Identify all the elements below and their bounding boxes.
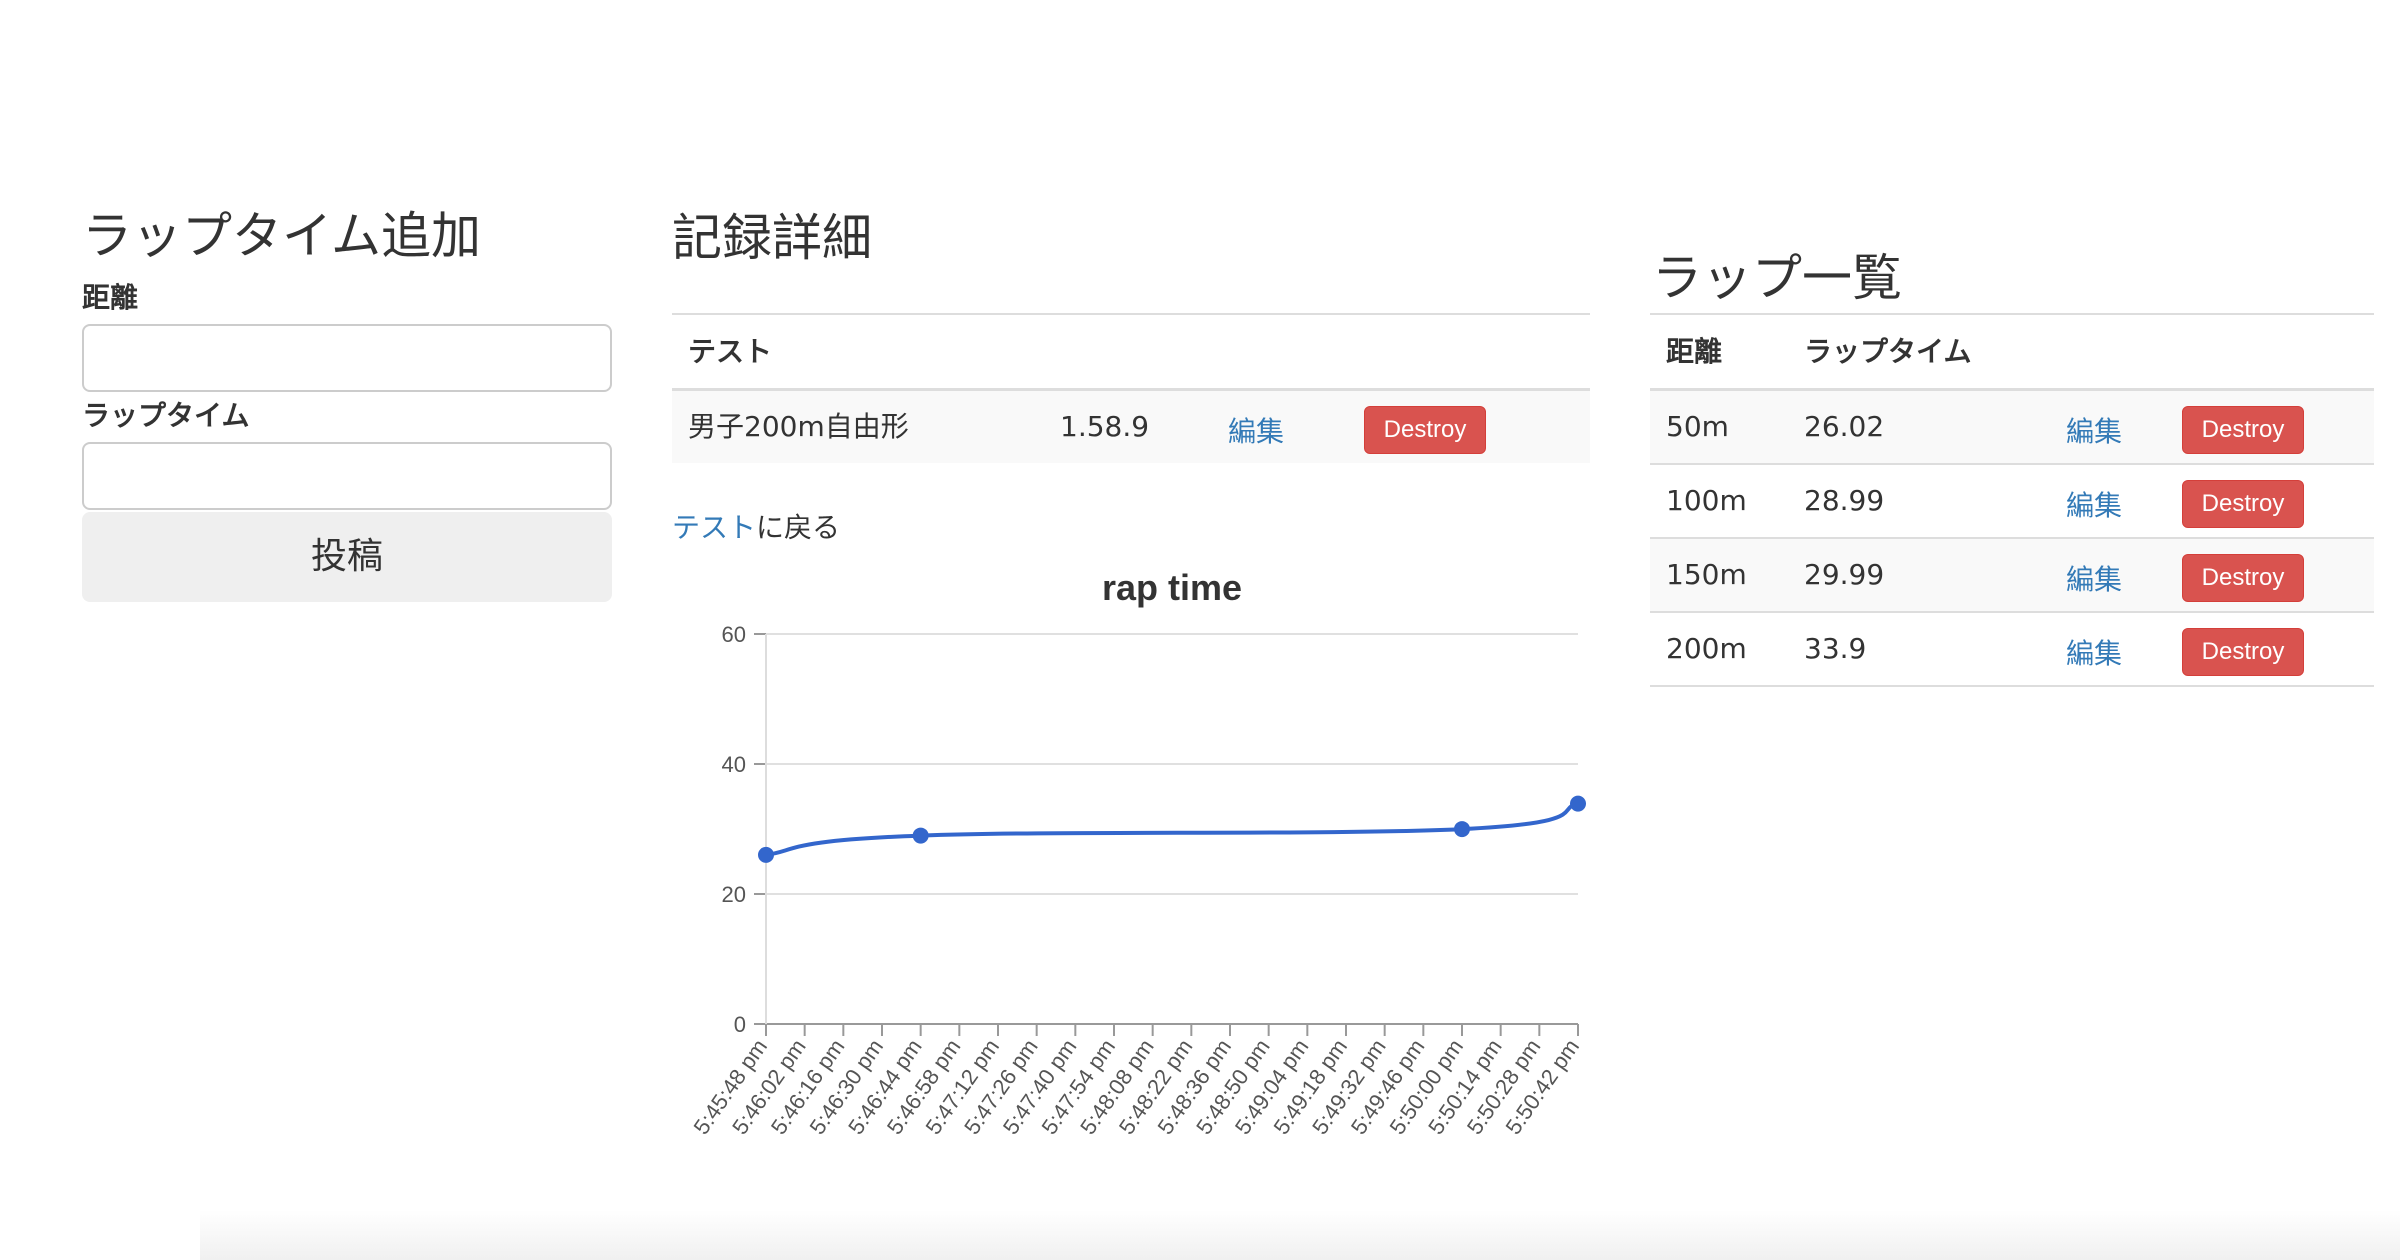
record-table-header: テスト [688, 335, 773, 368]
record-event: 男子200m自由形 [688, 410, 909, 443]
data-point [1570, 795, 1586, 812]
laptime-label: ラップタイム [82, 399, 250, 432]
submit-button[interactable]: 投稿 [82, 512, 612, 602]
data-point [1454, 821, 1470, 838]
rap-time-chart: rap time02040605:45:48 pm5:46:02 pm5:46:… [688, 567, 1586, 1139]
record-title: 記録詳細 [672, 209, 872, 267]
lap-edit-link[interactable]: 編集 [2066, 632, 2122, 672]
lap-destroy-button[interactable]: Destroy [2182, 554, 2304, 602]
laptime-input[interactable] [82, 442, 612, 510]
distance-label: 距離 [82, 281, 139, 314]
lap-edit-link[interactable]: 編集 [2066, 558, 2122, 598]
record-destroy-button[interactable]: Destroy [1364, 406, 1486, 454]
lap-time: 33.9 [1804, 632, 1867, 665]
add-form-title: ラップタイム追加 [82, 207, 481, 265]
back-link[interactable]: テスト [672, 511, 756, 544]
record-table-top-border [672, 313, 1590, 315]
lap-distance: 100m [1666, 484, 1747, 517]
lap-edit-link[interactable]: 編集 [2066, 484, 2122, 524]
lap-destroy-button[interactable]: Destroy [2182, 628, 2304, 676]
lap-time: 26.02 [1804, 410, 1885, 443]
lap-edit-link[interactable]: 編集 [2066, 410, 2122, 450]
lap-time: 28.99 [1804, 484, 1885, 517]
record-time: 1.58.9 [1060, 410, 1150, 443]
lap-destroy-button[interactable]: Destroy [2182, 480, 2304, 528]
footer-shadow [200, 1210, 2400, 1260]
lap-distance: 150m [1666, 558, 1747, 591]
data-point [758, 846, 774, 863]
row-divider [1650, 463, 2374, 465]
back-suffix: に戻る [756, 511, 841, 544]
row-divider [1650, 611, 2374, 613]
back-link-line: テストに戻る [672, 506, 840, 546]
lap-destroy-button[interactable]: Destroy [2182, 406, 2304, 454]
lap-distance: 50m [1666, 410, 1729, 443]
y-tick-label: 20 [722, 882, 746, 907]
distance-input[interactable] [82, 324, 612, 392]
y-tick-label: 40 [722, 752, 746, 777]
y-tick-label: 60 [722, 622, 746, 647]
row-divider [1650, 685, 2374, 687]
lap-header-time: ラップタイム [1804, 335, 1972, 368]
chart-title: rap time [1102, 567, 1242, 608]
lap-table-top-border [1650, 313, 2374, 315]
data-point [912, 827, 929, 844]
lap-list-title: ラップ一覧 [1652, 249, 1902, 307]
lap-time: 29.99 [1804, 558, 1885, 591]
lap-distance: 200m [1666, 632, 1747, 665]
y-tick-label: 0 [734, 1012, 746, 1037]
lap-header-distance: 距離 [1666, 335, 1723, 368]
record-edit-link[interactable]: 編集 [1228, 410, 1284, 450]
